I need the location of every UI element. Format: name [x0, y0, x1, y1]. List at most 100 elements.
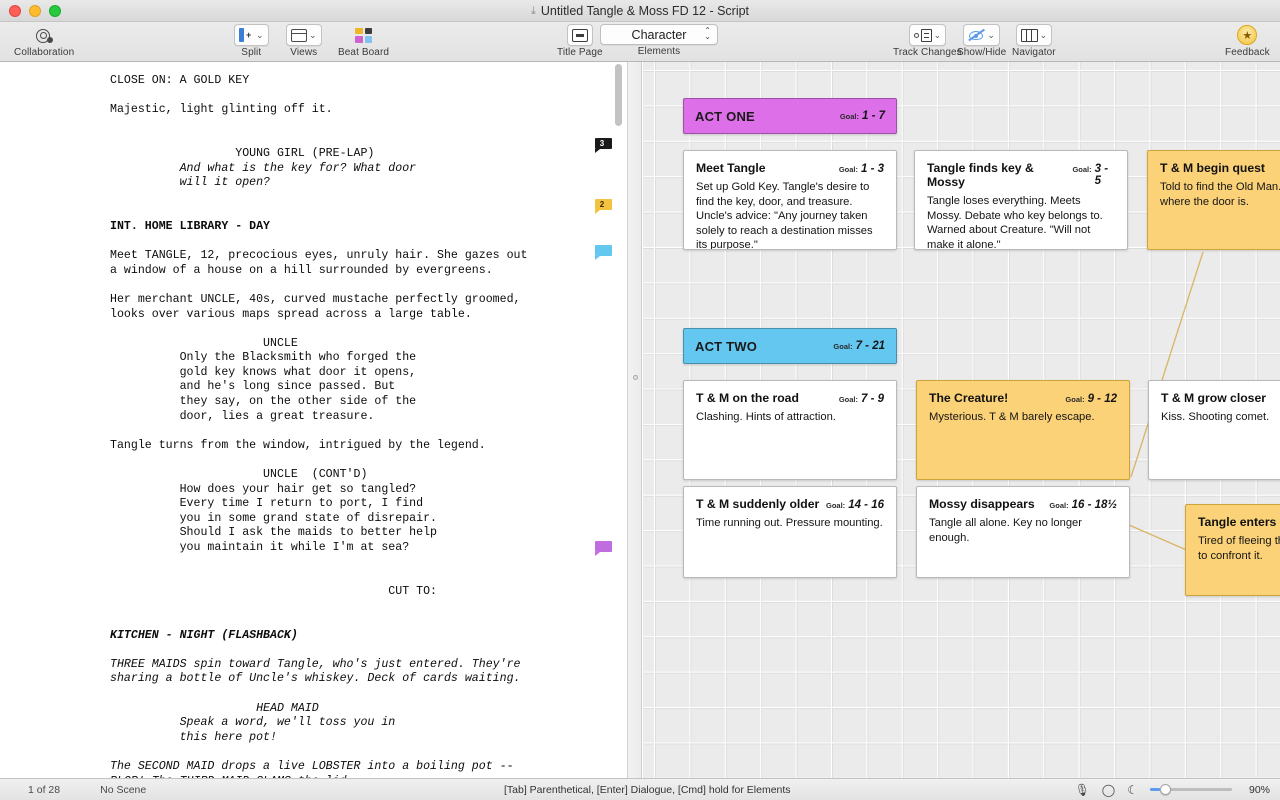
script-line[interactable]: CUT TO: [110, 585, 618, 600]
contrast-icon[interactable]: ◯ [1102, 783, 1115, 797]
script-blank-line[interactable] [110, 453, 618, 468]
beat-card-the-creature[interactable]: The Creature!Goal:9 - 12Mysterious. T & … [916, 380, 1130, 480]
navigator-button[interactable]: ⌄ [1016, 24, 1053, 46]
script-blank-line[interactable] [110, 278, 618, 293]
script-line[interactable]: looks over various maps spread across a … [110, 308, 618, 323]
microphone-icon[interactable]: 🎙 [1075, 783, 1090, 797]
script-line[interactable]: Majestic, light glinting off it. [110, 103, 618, 118]
script-line[interactable]: Every time I return to port, I find [110, 497, 618, 512]
revision-flag-3[interactable]: 3 [595, 138, 612, 151]
script-blank-line[interactable] [110, 191, 618, 206]
script-blank-line[interactable] [110, 322, 618, 337]
beat-board-button[interactable] [351, 24, 377, 46]
script-line[interactable]: The SECOND MAID drops a live LOBSTER int… [110, 760, 618, 775]
script-line[interactable]: UNCLE [110, 337, 618, 352]
views-button[interactable]: ⌄ [286, 24, 322, 46]
collaboration-button[interactable] [31, 24, 57, 46]
zoom-slider-knob[interactable] [1160, 784, 1171, 795]
script-line[interactable]: they say, on the other side of the [110, 395, 618, 410]
minimize-window-button[interactable] [29, 5, 41, 17]
toolbar-feedback[interactable]: ★ Feedback [1225, 24, 1270, 58]
script-blank-line[interactable] [110, 687, 618, 702]
script-line[interactable]: THREE MAIDS spin toward Tangle, who's ju… [110, 658, 618, 673]
toolbar-title-page[interactable]: Title Page [557, 24, 603, 58]
beat-card-tangle-finds-key[interactable]: Tangle finds key & MossyGoal:3 - 5Tangle… [914, 150, 1128, 250]
splitter-grip[interactable] [633, 375, 638, 380]
script-blank-line[interactable] [110, 570, 618, 585]
script-blank-line[interactable] [110, 745, 618, 760]
script-blank-line[interactable] [110, 118, 618, 133]
script-line[interactable]: CLOSE ON: A GOLD KEY [110, 74, 618, 89]
scrollbar-thumb[interactable] [615, 64, 622, 126]
toolbar-views[interactable]: ⌄ Views [286, 24, 322, 58]
script-line[interactable]: Should I ask the maids to better help [110, 526, 618, 541]
script-line[interactable]: KITCHEN - NIGHT (FLASHBACK) [110, 629, 618, 644]
beat-card-body[interactable]: Kiss. Shooting comet. [1161, 410, 1280, 425]
script-blank-line[interactable] [110, 643, 618, 658]
beat-card-body[interactable]: Told to find the Old Man. Knows where th… [1160, 180, 1280, 209]
beat-card-body[interactable]: Tired of fleeing the Creature, chooses t… [1198, 534, 1280, 563]
script-editor-pane[interactable]: CLOSE ON: A GOLD KEY Majestic, light glin… [0, 62, 628, 778]
script-line[interactable]: you maintain it while I'm at sea? [110, 541, 618, 556]
toolbar-split[interactable]: + ⌄ Split [234, 24, 269, 58]
script-blank-line[interactable] [110, 614, 618, 629]
script-line[interactable]: Only the Blacksmith who forged the [110, 351, 618, 366]
beat-card-meet-tangle[interactable]: Meet TangleGoal:1 - 3Set up Gold Key. Ta… [683, 150, 897, 250]
zoom-slider[interactable] [1150, 784, 1232, 796]
script-line[interactable]: this here pot! [110, 731, 618, 746]
script-blank-line[interactable] [110, 235, 618, 250]
toolbar-collaboration[interactable]: Collaboration [14, 24, 74, 58]
script-blank-line[interactable] [110, 599, 618, 614]
script-line[interactable]: INT. HOME LIBRARY - DAY [110, 220, 618, 235]
beat-card-body[interactable]: Tangle loses everything. Meets Mossy. De… [927, 194, 1115, 250]
script-vertical-scrollbar[interactable] [614, 64, 623, 776]
script-line[interactable]: and he's long since passed. But [110, 380, 618, 395]
chevron-down-icon[interactable]: ⌄ [1040, 31, 1048, 40]
script-line[interactable]: And what is the key for? What door [110, 162, 618, 177]
toolbar-beat-board[interactable]: Beat Board [338, 24, 389, 58]
script-line[interactable]: YOUNG GIRL (PRE-LAP) [110, 147, 618, 162]
note-flag-purple[interactable] [595, 541, 612, 554]
beat-card-mossy-disappears[interactable]: Mossy disappearsGoal:16 - 18½Tangle all … [916, 486, 1130, 578]
chevron-down-icon[interactable]: ⌄ [987, 31, 995, 40]
beat-card-tm-suddenly-older[interactable]: T & M suddenly olderGoal:14 - 16Time run… [683, 486, 897, 578]
maximize-window-button[interactable] [49, 5, 61, 17]
stepper-icon[interactable]: ⌃⌄ [704, 28, 711, 40]
script-text[interactable]: CLOSE ON: A GOLD KEY Majestic, light glin… [8, 62, 618, 778]
beat-card-body[interactable]: Clashing. Hints of attraction. [696, 410, 884, 425]
script-line[interactable]: a window of a house on a hill surrounded… [110, 264, 618, 279]
script-line[interactable]: Tangle turns from the window, intrigued … [110, 439, 618, 454]
act-card-act-one[interactable]: ACT ONEGoal:1 - 7 [683, 98, 897, 134]
chevron-down-icon[interactable]: ⌄ [256, 31, 264, 40]
elements-select[interactable]: Character ⌃⌄ [600, 24, 718, 45]
script-line[interactable]: you in some grand state of disrepair. [110, 512, 618, 527]
script-line[interactable]: Her merchant UNCLE, 40s, curved mustache… [110, 293, 618, 308]
script-line[interactable]: UNCLE (CONT'D) [110, 468, 618, 483]
beat-card-body[interactable]: Mysterious. T & M barely escape. [929, 410, 1117, 425]
night-mode-icon[interactable]: ☾ [1127, 783, 1138, 797]
beat-card-tm-begin-quest[interactable]: T & M begin questTold to find the Old Ma… [1147, 150, 1280, 250]
beat-card-body[interactable]: Time running out. Pressure mounting. [696, 516, 884, 531]
script-line[interactable]: Speak a word, we'll toss you in [110, 716, 618, 731]
toolbar-navigator[interactable]: ⌄ Navigator [1012, 24, 1056, 58]
chevron-down-icon[interactable]: ⌄ [934, 31, 942, 40]
toolbar-show-hide[interactable]: ⌄ Show/Hide [957, 24, 1006, 58]
script-line[interactable]: door, lies a great treasure. [110, 410, 618, 425]
close-window-button[interactable] [9, 5, 21, 17]
track-changes-button[interactable]: ⌄ [909, 24, 947, 46]
beat-card-body[interactable]: Tangle all alone. Key no longer enough. [929, 516, 1117, 545]
beat-card-tm-on-the-road[interactable]: T & M on the roadGoal:7 - 9Clashing. Hin… [683, 380, 897, 480]
title-page-button[interactable] [567, 24, 593, 46]
script-line[interactable]: gold key knows what door it opens, [110, 366, 618, 381]
script-blank-line[interactable] [110, 205, 618, 220]
script-line[interactable]: will it open? [110, 176, 618, 191]
revision-flag-2[interactable]: 2 [595, 199, 612, 212]
beat-card-tangle-enters-lair[interactable]: Tangle enters lairTired of fleeing the C… [1185, 504, 1280, 596]
note-flag-blue[interactable] [595, 245, 612, 258]
script-blank-line[interactable] [110, 132, 618, 147]
script-page[interactable]: CLOSE ON: A GOLD KEY Majestic, light glin… [8, 62, 618, 778]
show-hide-button[interactable]: ⌄ [963, 24, 1000, 46]
pane-splitter[interactable] [628, 62, 642, 778]
script-line[interactable]: Meet TANGLE, 12, precocious eyes, unruly… [110, 249, 618, 264]
act-card-act-two[interactable]: ACT TWOGoal:7 - 21 [683, 328, 897, 364]
